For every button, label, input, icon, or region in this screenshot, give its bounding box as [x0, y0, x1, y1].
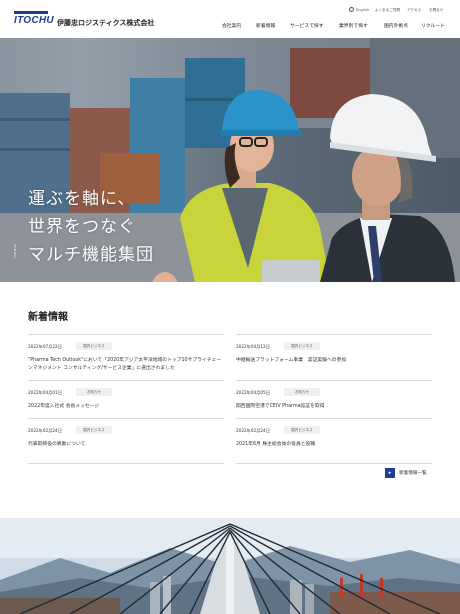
- hero-tagline-line-3: マルチ機能集団: [28, 245, 154, 265]
- news-date: 2022年02月24日: [236, 428, 270, 433]
- contact-link[interactable]: お問合せ: [429, 8, 443, 13]
- news-item[interactable]: 2022年07月22日 国内ビジネス "Pharma Tech Outlook"…: [28, 334, 224, 380]
- news-item[interactable]: 2022年02月24日 国内ビジネス 代表取締役の異動について: [28, 418, 224, 464]
- faq-link[interactable]: よくあるご質問: [375, 8, 400, 13]
- nav-recruit[interactable]: リクルート: [421, 22, 445, 29]
- news-headline[interactable]: "Pharma Tech Outlook"において「2020年アジア太平洋地域の…: [28, 357, 224, 373]
- news-headline[interactable]: 関西国際空港でCEIV Pharma認証を取得: [236, 403, 432, 411]
- site-header: ITOCHU 伊藤忠ロジスティクス株式会社 English よくあるご質問 アク…: [0, 0, 460, 38]
- news-date: 2022年04月12日: [236, 344, 270, 349]
- hero-tagline-line-1: 運ぶを軸に、: [28, 189, 136, 209]
- language-link[interactable]: English: [356, 8, 369, 12]
- access-link[interactable]: アクセス: [407, 8, 421, 13]
- bridge-illustration: [0, 518, 460, 614]
- news-category-tag: 国内ビジネス: [284, 342, 320, 350]
- nav-services[interactable]: サービスで探す: [290, 22, 324, 29]
- hero-banner: 運ぶを軸に、 世界をつなぐ マルチ機能集団 SCROLL: [0, 38, 460, 282]
- news-headline[interactable]: 中継輸送プラットフォーム事業 実証実験への参加: [236, 357, 432, 365]
- hero-tagline-line-2: 世界をつなぐ: [28, 217, 136, 237]
- bridge-photo: [0, 518, 460, 614]
- news-date: 2022年04月05日: [236, 390, 270, 395]
- scroll-indicator[interactable]: SCROLL: [13, 244, 17, 259]
- news-date: 2022年04月01日: [28, 390, 62, 395]
- news-date: 2022年07月22日: [28, 344, 62, 349]
- globe-icon: [349, 7, 354, 12]
- news-date: 2022年02月24日: [28, 428, 62, 433]
- company-logo[interactable]: ITOCHU: [14, 11, 54, 29]
- nav-news[interactable]: 新着情報: [256, 22, 275, 29]
- news-category-tag: 国内ビジネス: [284, 426, 320, 434]
- news-item[interactable]: 2022年02月24日 国内ビジネス 2021年6月 株主総会後の役員と役職: [236, 418, 432, 464]
- news-category-tag: 国内ビジネス: [76, 342, 112, 350]
- news-more-label[interactable]: 新着情報一覧: [399, 470, 427, 476]
- news-headline[interactable]: 代表取締役の異動について: [28, 441, 224, 449]
- news-section-title: 新着情報: [28, 312, 68, 323]
- news-category-tag: お知らせ: [76, 388, 112, 396]
- news-headline[interactable]: 2022年度入社式 会長メッセージ: [28, 403, 224, 411]
- news-headline[interactable]: 2021年6月 株主総会後の役員と役職: [236, 441, 432, 449]
- nav-industries[interactable]: 業界別で探す: [339, 22, 368, 29]
- news-item[interactable]: 2022年04月12日 国内ビジネス 中継輸送プラットフォーム事業 実証実験への…: [236, 334, 432, 380]
- news-category-tag: お知らせ: [284, 388, 320, 396]
- news-category-tag: 国内ビジネス: [76, 426, 112, 434]
- logo-bar: [14, 11, 48, 14]
- logo-text: ITOCHU: [14, 15, 54, 26]
- arrow-right-icon[interactable]: ▸: [385, 468, 395, 478]
- company-name[interactable]: 伊藤忠ロジスティクス株式会社: [57, 18, 154, 28]
- nav-locations[interactable]: 国内外拠点: [384, 22, 408, 29]
- nav-company[interactable]: 会社案内: [222, 22, 241, 29]
